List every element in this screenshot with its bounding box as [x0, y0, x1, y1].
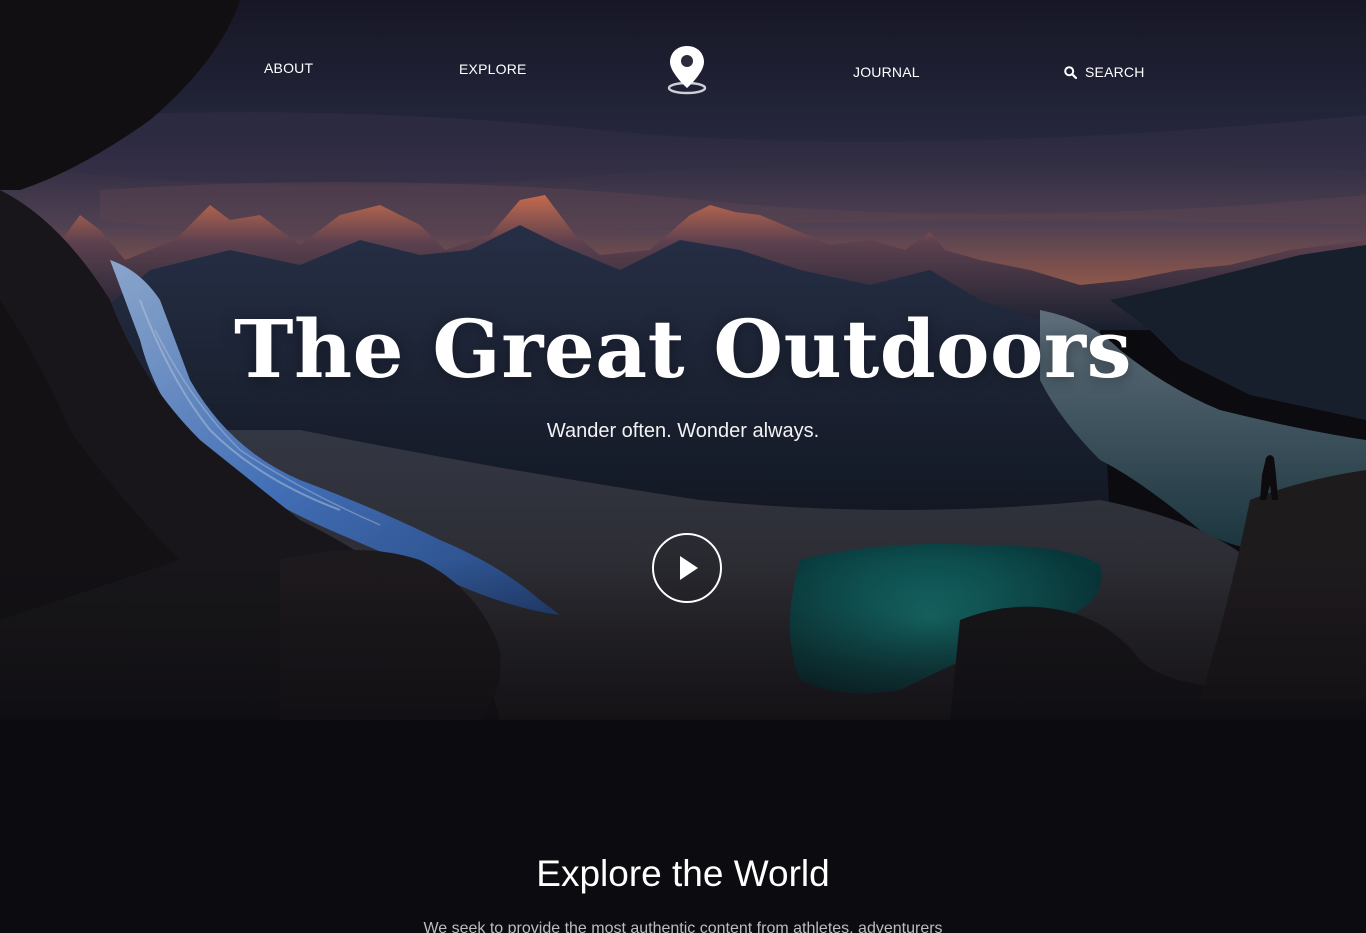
section-title: Explore the World [536, 853, 830, 894]
search-icon [1064, 65, 1078, 79]
play-video-button[interactable] [652, 533, 722, 603]
nav-search-link[interactable]: SEARCH [1064, 64, 1145, 80]
nav-explore-link[interactable]: EXPLORE [459, 61, 527, 77]
map-pin-icon[interactable] [666, 44, 708, 96]
hero-background-image [0, 0, 1366, 933]
nav-journal-link[interactable]: JOURNAL [853, 64, 920, 80]
hero-title: The Great Outdoors [233, 302, 1133, 396]
search-label: SEARCH [1085, 64, 1145, 80]
hero-subtitle: Wander often. Wonder always. [546, 420, 820, 442]
nav-about-link[interactable]: ABOUT [264, 60, 313, 76]
play-icon [680, 556, 698, 580]
section-intro-text: We seek to provide the most authentic co… [423, 920, 943, 933]
